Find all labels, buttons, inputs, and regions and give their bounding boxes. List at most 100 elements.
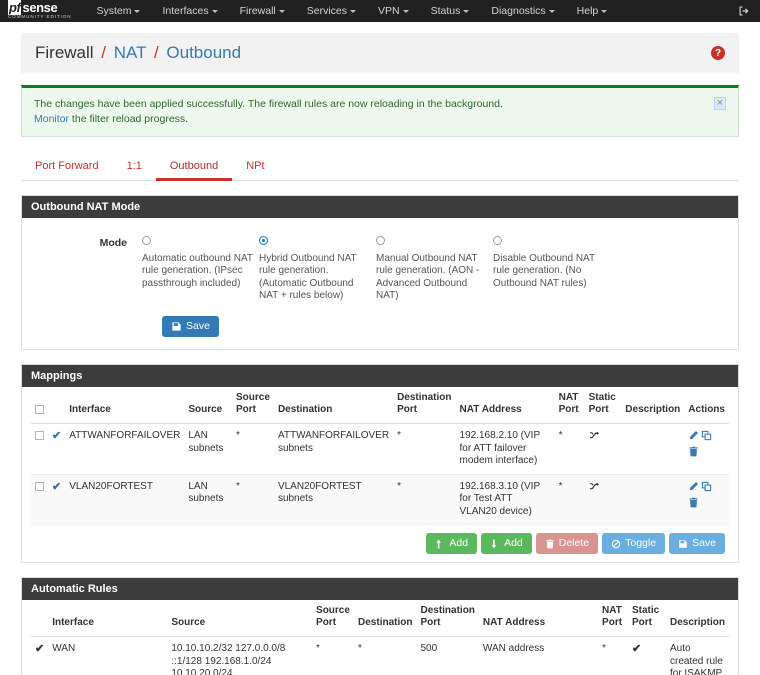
th-auto-description: Description <box>665 600 729 638</box>
row-checkbox-cell <box>31 423 48 475</box>
nav-item-label: Services <box>306 5 348 17</box>
tab-npt[interactable]: NPt <box>232 154 278 181</box>
nav-item-label: Status <box>430 5 461 17</box>
nav-item-firewall[interactable]: Firewall <box>229 2 296 20</box>
nav-menu: System Interfaces Firewall Services VPN Statu… <box>85 2 618 20</box>
button-label: Save <box>692 537 716 550</box>
select-all-checkbox[interactable] <box>35 405 44 415</box>
pencil-icon[interactable] <box>688 430 699 441</box>
th-destination-port: Destination Port <box>393 387 456 425</box>
tab-port-forward[interactable]: Port Forward <box>21 154 113 181</box>
nav-item-label: Diagnostics <box>491 5 546 17</box>
alert-message: The changes have been applied successful… <box>34 97 503 127</box>
row-action-icons <box>688 481 722 511</box>
save-icon <box>172 322 181 331</box>
nav-item-interfaces[interactable]: Interfaces <box>151 2 228 20</box>
save-button-4[interactable]: Save <box>669 533 725 555</box>
mode-option-2[interactable]: Manual Outbound NAT rule generation. (AO… <box>376 236 492 302</box>
cell-static-port: ✔ <box>628 636 666 675</box>
monitor-link[interactable]: Monitor <box>34 113 69 125</box>
mode-option-1[interactable]: Hybrid Outbound NAT rule generation. (Au… <box>259 236 375 302</box>
cell-nat-port: * <box>598 636 628 675</box>
mode-options: Automatic outbound NAT rule generation. … <box>142 236 738 302</box>
mappings-thead: Interface Source Source Port Destination … <box>31 387 729 425</box>
table-row[interactable]: ✔ ATTWANFORFAILOVER LAN subnets * ATTWAN… <box>31 423 729 475</box>
cell-source: LAN subnets <box>184 423 232 475</box>
mode-radio-2[interactable] <box>376 236 385 245</box>
mode-radio-3[interactable] <box>493 236 502 245</box>
breadcrumb-link-nat[interactable]: NAT <box>114 43 146 62</box>
nav-item-diagnostics[interactable]: Diagnostics <box>480 2 565 20</box>
mappings-table: Interface Source Source Port Destination … <box>31 387 729 526</box>
copy-icon[interactable] <box>701 430 712 441</box>
shuffle-icon <box>589 482 599 489</box>
logout-icon[interactable] <box>738 5 750 17</box>
trash-icon[interactable] <box>688 446 699 457</box>
nav-item-help[interactable]: Help <box>566 2 619 20</box>
cell-source: LAN subnets <box>184 474 232 526</box>
breadcrumb-link-outbound[interactable]: Outbound <box>166 43 241 62</box>
nav-item-status[interactable]: Status <box>420 2 481 20</box>
cell-destination-port: * <box>393 423 456 475</box>
arrow-down-icon <box>491 539 497 549</box>
tab-1-1[interactable]: 1:1 <box>113 154 156 181</box>
shuffle-icon <box>589 431 599 439</box>
save-mode-button[interactable]: Save <box>162 316 219 338</box>
breadcrumb-root: Firewall <box>35 43 94 62</box>
cell-description <box>621 423 685 475</box>
th-select-all <box>31 387 48 425</box>
nav-item-services[interactable]: Services <box>296 2 367 20</box>
copy-rule-button[interactable] <box>701 430 712 444</box>
outbound-mode-body: Mode Automatic outbound NAT rule generat… <box>22 218 738 349</box>
delete-button-2[interactable]: Delete <box>535 533 599 555</box>
edit-rule-button[interactable] <box>688 430 699 444</box>
pfsense-logo[interactable]: pf sense COMMUNITY EDITION <box>6 0 71 20</box>
delete-rule-button[interactable] <box>688 446 699 460</box>
th-auto-static-port: Static Port <box>628 600 666 638</box>
row-status-cell: ✔ <box>48 423 66 475</box>
chevron-down-icon <box>548 9 555 13</box>
panel-title-mappings: Mappings <box>22 365 738 388</box>
nav-item-label: Firewall <box>239 5 276 17</box>
nav-item-vpn[interactable]: VPN <box>367 2 420 20</box>
mode-radio-1[interactable] <box>259 236 268 245</box>
delete-rule-button[interactable] <box>688 497 699 511</box>
nav-item-system[interactable]: System <box>85 2 151 20</box>
toggle-button-3[interactable]: Toggle <box>602 533 666 555</box>
add-button-0[interactable]: Add <box>426 533 478 555</box>
help-icon[interactable]: ? <box>711 46 725 60</box>
mode-radio-0[interactable] <box>142 236 151 245</box>
th-actions: Actions <box>684 387 729 425</box>
close-icon[interactable]: × <box>713 97 726 110</box>
cell-actions <box>684 474 729 526</box>
row-checkbox[interactable] <box>35 481 44 491</box>
auto-tbody: ✔ WAN 10.10.10.2/32 127.0.0.0/8 ::1/128 … <box>31 636 729 675</box>
copy-rule-button[interactable] <box>701 481 712 495</box>
cell-source: 10.10.10.2/32 127.0.0.0/8 ::1/128 192.16… <box>167 636 313 675</box>
table-row[interactable]: ✔ VLAN20FORTEST LAN subnets * VLAN20FORT… <box>31 474 729 526</box>
cell-source-port: * <box>231 474 274 526</box>
th-source-port: Source Port <box>231 387 274 425</box>
copy-icon[interactable] <box>701 481 712 492</box>
trash-icon[interactable] <box>688 497 699 508</box>
mappings-table-wrap: Interface Source Source Port Destination … <box>22 387 738 562</box>
breadcrumb-sep-2: / <box>153 43 159 62</box>
nav-item-label: Help <box>576 5 599 17</box>
pencil-icon[interactable] <box>688 481 699 492</box>
cell-static-port <box>584 423 622 475</box>
tab-outbound[interactable]: Outbound <box>155 154 233 181</box>
row-checkbox[interactable] <box>35 431 44 441</box>
trash-icon <box>546 539 554 549</box>
edit-rule-button[interactable] <box>688 481 699 495</box>
check-icon: ✔ <box>52 430 62 443</box>
mode-label: Mode <box>99 237 127 249</box>
th-auto-destination-port: Destination Port <box>416 600 479 638</box>
success-alert: The changes have been applied successful… <box>21 85 739 137</box>
nav-item-label: Interfaces <box>162 5 209 17</box>
add-button-1[interactable]: Add <box>481 533 532 555</box>
mode-option-3[interactable]: Disable Outbound NAT rule generation. (N… <box>493 236 609 302</box>
button-label: Toggle <box>625 537 657 550</box>
row-status-cell: ✔ <box>48 474 66 526</box>
row-action-icons <box>688 430 722 460</box>
mode-option-0[interactable]: Automatic outbound NAT rule generation. … <box>142 236 258 302</box>
